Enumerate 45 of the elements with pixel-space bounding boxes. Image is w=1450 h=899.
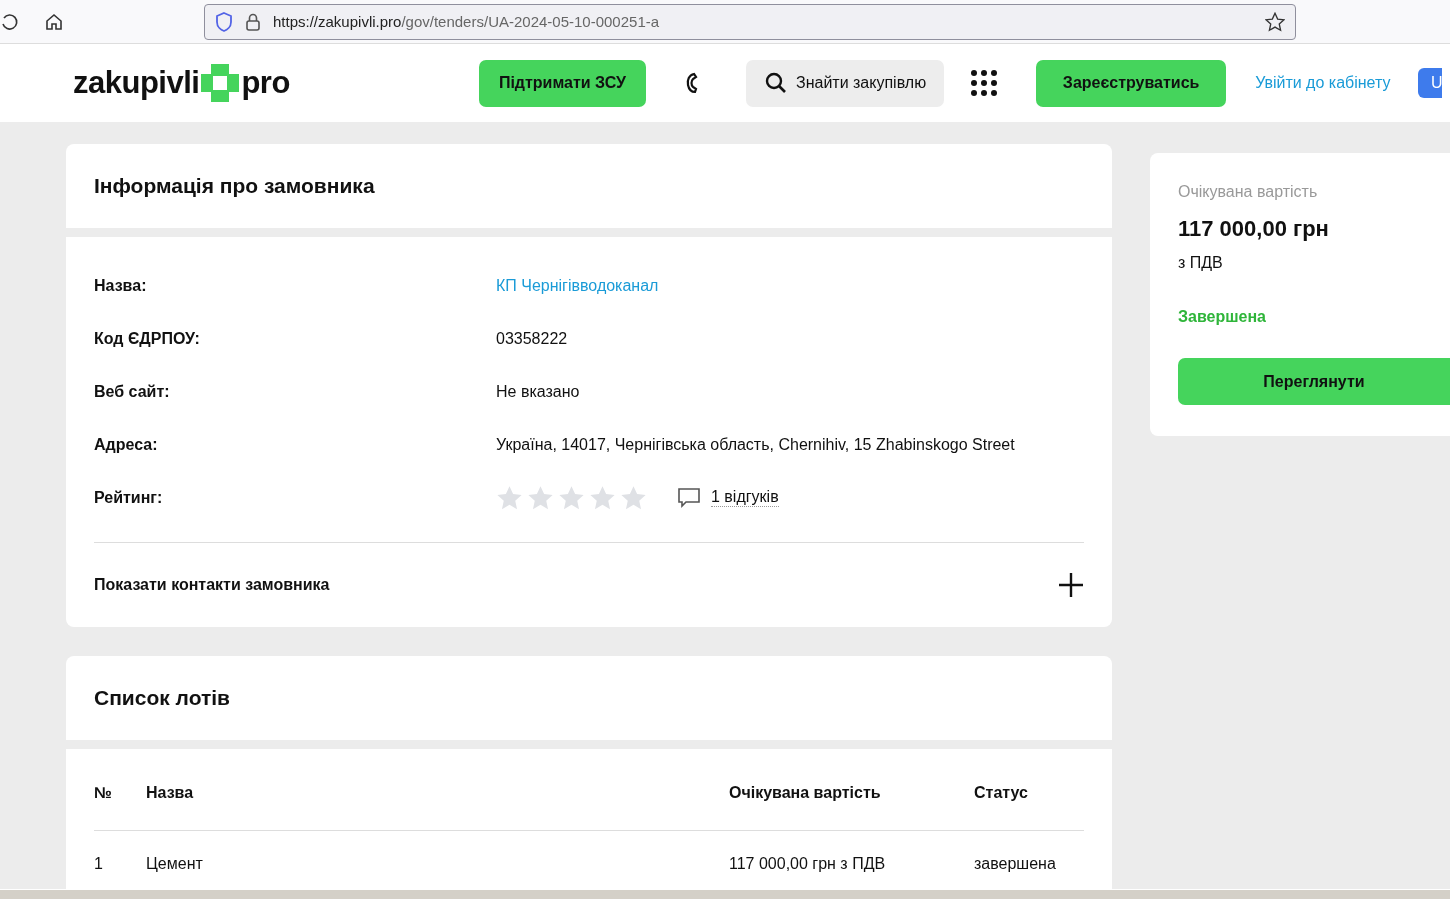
- contacts-toggle[interactable]: Показати контакти замовника: [94, 576, 330, 594]
- field-value: Не вказано: [496, 382, 581, 401]
- table-cell: Цемент: [146, 855, 203, 873]
- apps-grid-icon[interactable]: [971, 70, 998, 96]
- vat-note: з ПДВ: [1178, 254, 1224, 272]
- column-header: Статус: [974, 783, 1028, 802]
- table-cell: завершена: [974, 855, 1056, 873]
- shield-icon: [215, 11, 233, 32]
- star-icon: [496, 484, 523, 511]
- column-header: Очікувана вартість: [729, 783, 881, 802]
- field-label: Код ЄДРПОУ:: [94, 329, 201, 348]
- comment-icon: [677, 486, 701, 509]
- field-label: Адреса:: [94, 435, 159, 454]
- register-button[interactable]: Зареєструватись: [1036, 59, 1227, 107]
- field-value: Україна, 14017, Чернігівська область, Chernihiv, 15 Zhabinskogo Street: [496, 435, 1016, 454]
- logo[interactable]: zakupivli pro: [73, 64, 290, 102]
- star-icon: [558, 484, 585, 511]
- value-label: Очікувана вартість: [1178, 183, 1319, 201]
- search-button[interactable]: Знайти закупівлю: [746, 59, 945, 107]
- address-field[interactable]: https://zakupivli.pro/gov/tenders/UA-2024-05-10-000251-a: [204, 3, 1296, 40]
- star-outline-icon[interactable]: [1265, 11, 1285, 32]
- support-button[interactable]: Підтримати ЗСУ: [478, 59, 646, 107]
- star-icon: [589, 484, 616, 511]
- star-icon: [620, 484, 647, 511]
- lock-icon: [245, 11, 261, 32]
- reviews-link[interactable]: 1 відгуків: [711, 488, 779, 507]
- column-header: №: [94, 783, 112, 802]
- section-title: Список лотів: [94, 685, 231, 711]
- view-button[interactable]: Переглянути: [1178, 358, 1450, 405]
- reload-icon[interactable]: [0, 11, 20, 32]
- search-icon: [764, 71, 788, 95]
- table-cell: 117 000,00 грн з ПДВ: [729, 855, 886, 873]
- column-header: Назва: [146, 783, 194, 802]
- field-label: Назва:: [94, 276, 148, 295]
- status-text: Завершена: [1178, 308, 1267, 326]
- home-icon[interactable]: [44, 11, 64, 32]
- table-cell: 1: [94, 855, 103, 873]
- field-label: Веб сайт:: [94, 382, 171, 401]
- section-title: Інформація про замовника: [94, 173, 376, 199]
- star-icon: [527, 484, 554, 511]
- field-label: Рейтинг:: [94, 488, 164, 507]
- plus-icon[interactable]: [1058, 572, 1084, 598]
- field-value: 03358222: [496, 329, 569, 348]
- value-amount: 117 000,00 грн: [1178, 216, 1330, 242]
- user-avatar[interactable]: U: [1418, 68, 1443, 98]
